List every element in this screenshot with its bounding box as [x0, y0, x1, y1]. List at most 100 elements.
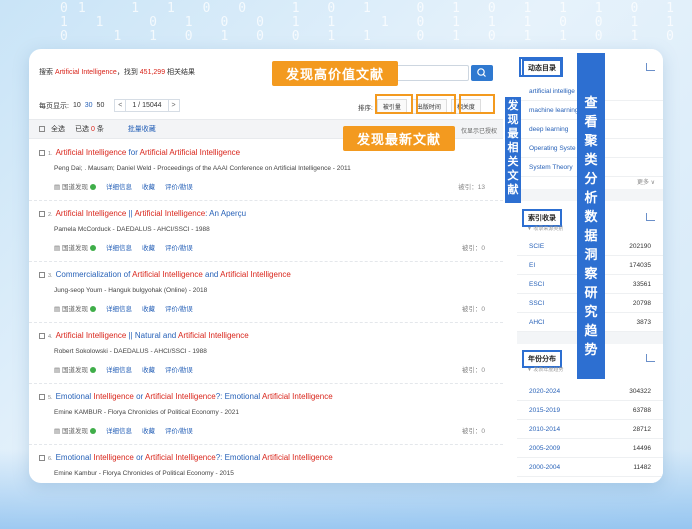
collect-link[interactable]: 收藏	[142, 303, 155, 313]
chart-icon[interactable]	[646, 63, 655, 71]
sidebar-item[interactable]: 2005-2009 14496	[517, 439, 663, 458]
result-title[interactable]: 2. Artificial Intelligence || Artificial …	[39, 209, 246, 218]
year-list: 2020-2024 304322 2015-2019 63788 2010-2014 28…	[517, 382, 663, 477]
result-number: 5.	[48, 395, 53, 401]
status-green-icon	[89, 306, 96, 313]
per-page-30[interactable]: 30	[85, 102, 93, 109]
page-indicator: 1 / 15044	[126, 99, 168, 112]
search-results-card: 搜索 Artificial Intelligence，找到 451,299 相关…	[29, 49, 663, 483]
detail-link[interactable]: 详细信息	[106, 364, 132, 374]
book-icon: ▤	[54, 428, 61, 435]
collect-link[interactable]: 收藏	[142, 364, 155, 374]
collect-link[interactable]: 收藏	[142, 242, 155, 252]
query-text: Artificial Intelligence	[54, 69, 117, 76]
result-item: 4. Artificial Intelligence || Natural and…	[29, 324, 503, 384]
free-access-link[interactable]: ▤ 国道发现	[54, 364, 96, 374]
result-number: 1.	[48, 151, 53, 157]
cited-count: 被引：0	[461, 367, 485, 374]
sidebar-item[interactable]: 2000-2004 11482	[517, 458, 663, 477]
result-title[interactable]: 5. Emotional Intelligence or Artificial I…	[39, 392, 333, 401]
result-summary: 搜索 Artificial Intelligence，找到 451,299 相关…	[39, 69, 196, 76]
detail-link[interactable]: 详细信息	[106, 242, 132, 252]
per-page-control: 每页显示: 10 30 50 < 1 / 15044 >	[39, 99, 180, 112]
detail-link[interactable]: 详细信息	[106, 181, 132, 191]
result-meta: Peng Dai; . Mausam; Daniel Weld - Procee…	[54, 165, 351, 172]
free-access-link[interactable]: ▤ 国道发现	[54, 425, 96, 435]
result-checkbox[interactable]	[39, 454, 45, 461]
result-title[interactable]: 1. Artificial Intelligence for Artificial…	[39, 148, 240, 157]
search-button[interactable]	[471, 65, 493, 81]
collect-link[interactable]: 收藏	[142, 181, 155, 191]
result-checkbox[interactable]	[39, 271, 45, 278]
review-link[interactable]: 评价/勘误	[165, 303, 193, 313]
result-number: 2.	[48, 212, 53, 218]
result-actions: ▤ 国道发现 详细信息 收藏 评价/勘误	[54, 425, 193, 435]
book-icon: ▤	[54, 367, 61, 374]
result-checkbox[interactable]	[39, 393, 45, 400]
sidebar-item[interactable]: 2020-2024 304322	[517, 382, 663, 401]
result-actions: ▤ 国道发现 详细信息 收藏 评价/勘误	[54, 303, 193, 313]
result-title[interactable]: 3. Commercialization of Artificial Intell…	[39, 270, 291, 279]
results-main: 搜索 Artificial Intelligence，找到 451,299 相关…	[29, 49, 503, 483]
highlight-sort-relevance	[459, 94, 495, 114]
status-green-icon	[89, 367, 96, 374]
result-meta: Jung-seop Youm - Hanguk bulgyohak (Onlin…	[54, 287, 208, 294]
highlight-sort-date	[416, 94, 456, 114]
result-count: 451,299	[139, 69, 166, 76]
result-checkbox[interactable]	[39, 332, 45, 339]
result-item: 5. Emotional Intelligence or Artificial I…	[29, 385, 503, 445]
per-page-10[interactable]: 10	[73, 102, 81, 109]
more-link[interactable]: 更多 ∨	[637, 177, 655, 186]
result-actions: ▤ 国道发现 详细信息 收藏 评价/勘误	[54, 181, 193, 191]
status-green-icon	[89, 245, 96, 252]
highlight-sort-cited	[375, 94, 413, 114]
result-meta: Emine Kambur - Florya Chronicles of Poli…	[54, 470, 234, 477]
sidebar-item[interactable]: 2015-2019 63788	[517, 401, 663, 420]
review-link[interactable]: 评价/勘误	[165, 364, 193, 374]
cited-count: 被引：0	[461, 245, 485, 252]
free-access-link[interactable]: ▤ 国道发现	[54, 242, 96, 252]
book-icon: ▤	[54, 245, 61, 252]
cited-count: 被引：13	[458, 184, 485, 191]
free-access-link[interactable]: ▤ 国道发现	[54, 181, 96, 191]
select-all-checkbox[interactable]	[39, 126, 45, 132]
per-page-50[interactable]: 50	[97, 102, 105, 109]
batch-collect-button[interactable]: 批量收藏	[128, 124, 156, 134]
result-item: 3. Commercialization of Artificial Intell…	[29, 263, 503, 323]
result-checkbox[interactable]	[39, 149, 45, 156]
result-meta: Emine KAMBUR - Florya Chronicles of Poli…	[54, 409, 239, 416]
result-title[interactable]: 4. Artificial Intelligence || Natural and…	[39, 331, 249, 340]
chart-icon[interactable]	[646, 213, 655, 221]
prev-page-button[interactable]: <	[114, 99, 127, 112]
cited-count: 被引：0	[461, 306, 485, 313]
result-item: 6. Emotional Intelligence or Artificial I…	[29, 446, 503, 483]
free-access-link[interactable]: ▤ 国道发现	[54, 303, 96, 313]
review-link[interactable]: 评价/勘误	[165, 181, 193, 191]
result-checkbox[interactable]	[39, 210, 45, 217]
review-link[interactable]: 评价/勘误	[165, 425, 193, 435]
result-number: 3.	[48, 273, 53, 279]
highlight-dynamic	[519, 57, 563, 77]
callout-cluster: 查看聚类分析数据洞察研究趋势	[577, 53, 605, 379]
result-actions: ▤ 国道发现 详细信息 收藏 评价/勘误	[54, 242, 193, 252]
next-page-button[interactable]: >	[167, 99, 180, 112]
book-icon: ▤	[54, 184, 61, 191]
result-item: 2. Artificial Intelligence || Artificial …	[29, 202, 503, 262]
callout-high-value: 发现高价值文献	[272, 61, 399, 86]
pager: < 1 / 15044 >	[114, 99, 180, 112]
collect-link[interactable]: 收藏	[142, 425, 155, 435]
result-title[interactable]: 6. Emotional Intelligence or Artificial I…	[39, 453, 333, 462]
sidebar-item[interactable]: 2010-2014 28712	[517, 420, 663, 439]
detail-link[interactable]: 详细信息	[106, 303, 132, 313]
result-number: 6.	[48, 456, 53, 462]
authorized-only-toggle[interactable]: 仅显示已授权	[461, 126, 497, 135]
result-meta: Pamela McCorduck - DAEDALUS - AHCI/SSCI …	[54, 226, 210, 233]
search-icon	[477, 68, 486, 77]
review-link[interactable]: 评价/勘误	[165, 242, 193, 252]
detail-link[interactable]: 详细信息	[106, 425, 132, 435]
result-meta: Robert Sokolowski - DAEDALUS - AHCI/SSCI…	[54, 348, 207, 355]
status-green-icon	[89, 428, 96, 435]
chart-icon[interactable]	[646, 354, 655, 362]
result-actions: ▤ 国道发现 详细信息 收藏 评价/勘误	[54, 364, 193, 374]
callout-most-relevant: 发现最相关文献	[505, 97, 521, 203]
